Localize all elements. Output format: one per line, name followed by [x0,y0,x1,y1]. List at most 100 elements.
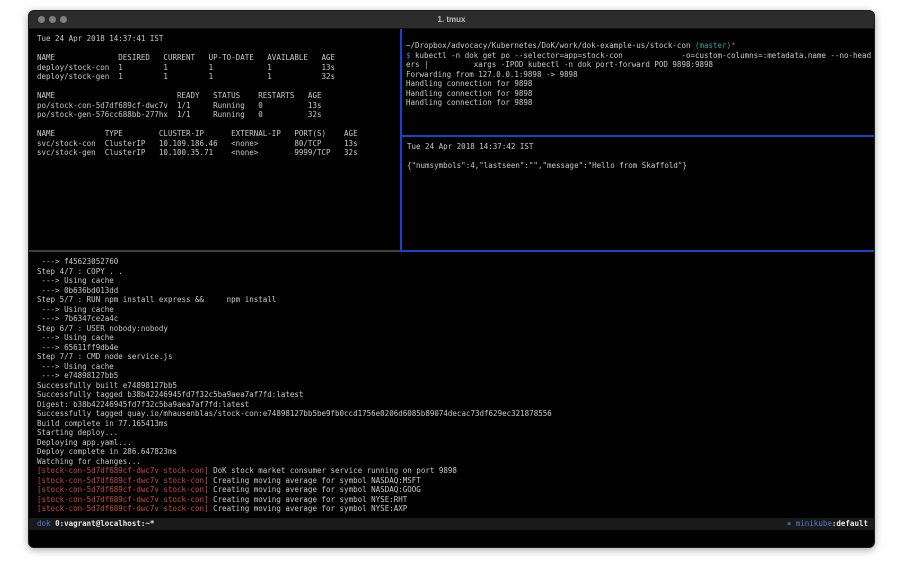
text-segment: [stock-con-5d7df689cf-dwc7v stock-con] [37,476,209,485]
terminal-line: NAME TYPE CLUSTER-IP EXTERNAL-IP PORT(S)… [37,129,408,139]
text-segment: ---> 0b636bd013dd [37,286,118,295]
text-segment: Handling connection for 9898 [406,98,532,107]
window-titlebar[interactable]: 1. tmux [29,11,874,29]
terminal-line: Step 7/7 : CMD node service.js [37,352,875,362]
terminal-line: ---> f45623052760 [37,257,875,267]
text-segment: Creating moving average for symbol NYSE:… [209,504,408,513]
text-segment: ---> Using cache [37,305,114,314]
status-left: dok 0:vagrant@localhost:~* [37,518,154,530]
text-segment: [stock-con-5d7df689cf-dwc7v stock-con] [37,495,209,504]
pane-port-forward[interactable]: ~/Dropbox/advocacy/Kubernetes/DoK/work/d… [402,29,874,147]
terminal-line [407,152,875,162]
text-segment: Deploy complete in 286.647823ms [37,447,177,456]
terminal-line: svc/stock-gen ClusterIP 10.100.35.71 <no… [37,148,408,158]
terminal-line: Forwarding from 127.0.0.1:9898 -> 9898 [406,70,874,80]
terminal-line: ---> Using cache [37,276,875,286]
text-segment: po/stock-con-5d7df689cf-dwc7v 1/1 Runnin… [37,101,321,110]
text-segment: Tue 24 Apr 2018 14:37:42 IST [407,142,533,151]
pane-kubectl-watch[interactable]: Tue 24 Apr 2018 14:37:41 IST NAME DESIRE… [29,29,408,255]
text-segment: deploy/stock-gen 1 1 1 1 32s [37,72,335,81]
text-segment: Watching for changes... [37,457,141,466]
text-segment: Tue 24 Apr 2018 14:37:41 IST [37,34,163,43]
terminal-line: po/stock-con-5d7df689cf-dwc7v 1/1 Runnin… [37,101,408,111]
text-segment: Starting deploy... [37,428,118,437]
terminal-line: Successfully tagged b38b42246945fd7f32c5… [37,390,875,400]
terminal-line: ---> Using cache [37,305,875,315]
window-title: 1. tmux [29,11,874,28]
text-segment: Creating moving average for symbol NASDA… [209,485,421,494]
terminal-line: NAME DESIRED CURRENT UP-TO-DATE AVAILABL… [37,53,408,63]
text-segment: ~/Dropbox/advocacy/Kubernetes/DoK/work/d… [406,41,695,50]
terminal-line: ---> Using cache [37,333,875,343]
terminal-line: [stock-con-5d7df689cf-dwc7v stock-con] C… [37,495,875,505]
text-segment: :default [832,519,868,528]
pane-service-output[interactable]: Tue 24 Apr 2018 14:37:42 IST {"numsymbol… [402,137,875,255]
terminal-line: [stock-con-5d7df689cf-dwc7v stock-con] C… [37,485,875,495]
terminal-line: Deploying app.yaml... [37,438,875,448]
terminal-line: Deploy complete in 286.647823ms [37,447,875,457]
terminal-line: NAME READY STATUS RESTARTS AGE [37,91,408,101]
text-segment: NAME DESIRED CURRENT UP-TO-DATE AVAILABL… [37,53,335,62]
text-segment: ---> Using cache [37,362,114,371]
terminal-line: Step 6/7 : USER nobody:nobody [37,324,875,334]
text-segment: ers | xargs -IPOD kubectl -n dok port-fo… [406,60,713,69]
terminal-line [37,44,408,54]
text-segment: 0:vagrant@localhost:~* [55,519,154,528]
terminal-line: [stock-con-5d7df689cf-dwc7v stock-con] C… [37,504,875,514]
pane-skaffold-log[interactable]: ---> f45623052760Step 4/7 : COPY . . ---… [29,252,875,523]
text-segment: Successfully tagged quay.io/mhausenblas/… [37,409,552,418]
terminal-line: $ kubectl -n dok get po --selector=app=s… [406,51,874,61]
text-segment: deploy/stock-con 1 1 1 1 13s [37,63,335,72]
terminal-line: Successfully built e74898127bb5 [37,381,875,391]
text-segment: Handling connection for 9898 [406,79,532,88]
terminal-line: ---> 0b636bd013dd [37,286,875,296]
text-segment: Creating moving average for symbol NYSE:… [209,495,408,504]
terminal-line [37,120,408,130]
window-list-item[interactable]: 0:vagrant@localhost:~* [55,519,154,528]
text-segment: Build complete in 77.165413ms [37,419,168,428]
text-segment: Successfully tagged b38b42246945fd7f32c5… [37,390,303,399]
text-segment: Forwarding from 127.0.0.1:9898 -> 9898 [406,70,578,79]
text-segment: Step 4/7 : COPY . . [37,267,123,276]
text-segment: ---> Using cache [37,276,114,285]
text-segment: [stock-con-5d7df689cf-dwc7v stock-con] [37,485,209,494]
terminal-line: Successfully tagged quay.io/mhausenblas/… [37,409,875,419]
terminal-line: svc/stock-con ClusterIP 10.109.186.46 <n… [37,139,408,149]
text-segment: Successfully built e74898127bb5 [37,381,177,390]
terminal-line: [stock-con-5d7df689cf-dwc7v stock-con] D… [37,466,875,476]
terminal-line: deploy/stock-gen 1 1 1 1 32s [37,72,408,82]
terminal-line: Tue 24 Apr 2018 14:37:42 IST [407,142,875,152]
terminal-line: Handling connection for 9898 [406,79,874,89]
terminal-line: ---> 65611ff9db4e [37,343,875,353]
text-segment: Digest: b38b42246945fd7f32c5ba9aea7af7fd… [37,400,249,409]
text-segment: ⎈ minikube [787,519,832,528]
terminal-line [37,82,408,92]
text-segment: (master) [695,41,731,50]
text-segment: po/stock-gen-576cc688bb-277hx 1/1 Runnin… [37,110,321,119]
text-segment: * [731,41,736,50]
tmux-session: Tue 24 Apr 2018 14:37:41 IST NAME DESIRE… [29,29,874,547]
text-segment: NAME TYPE CLUSTER-IP EXTERNAL-IP PORT(S)… [37,129,358,138]
terminal-line: Watching for changes... [37,457,875,467]
terminal-line: deploy/stock-con 1 1 1 1 13s [37,63,408,73]
terminal-line: Handling connection for 9898 [406,89,874,99]
text-segment: {"numsymbols":4,"lastseen":"","message":… [407,161,687,170]
text-segment: Handling connection for 9898 [406,89,532,98]
terminal-line: ---> 7b6347ce2a4c [37,314,875,324]
text-segment: [stock-con-5d7df689cf-dwc7v stock-con] [37,504,209,513]
text-segment: [stock-con-5d7df689cf-dwc7v stock-con] [37,466,209,475]
terminal-line: Tue 24 Apr 2018 14:37:41 IST [37,34,408,44]
text-segment: ---> 65611ff9db4e [37,343,118,352]
text-segment: Step 5/7 : RUN npm install express && np… [37,295,276,304]
terminal-window: 1. tmux Tue 24 Apr 2018 14:37:41 IST NAM… [28,10,875,548]
text-segment: ---> 7b6347ce2a4c [37,314,118,323]
text-segment: ---> f45623052760 [37,257,118,266]
text-segment: dok [37,519,51,528]
terminal-line: ---> Using cache [37,362,875,372]
text-segment: svc/stock-gen ClusterIP 10.100.35.71 <no… [37,148,358,157]
terminal-line: Starting deploy... [37,428,875,438]
terminal-line: ~/Dropbox/advocacy/Kubernetes/DoK/work/d… [406,41,874,51]
terminal-line: ers | xargs -IPOD kubectl -n dok port-fo… [406,60,874,70]
terminal-line: Handling connection for 9898 [406,98,874,108]
terminal-line: {"numsymbols":4,"lastseen":"","message":… [407,161,875,171]
